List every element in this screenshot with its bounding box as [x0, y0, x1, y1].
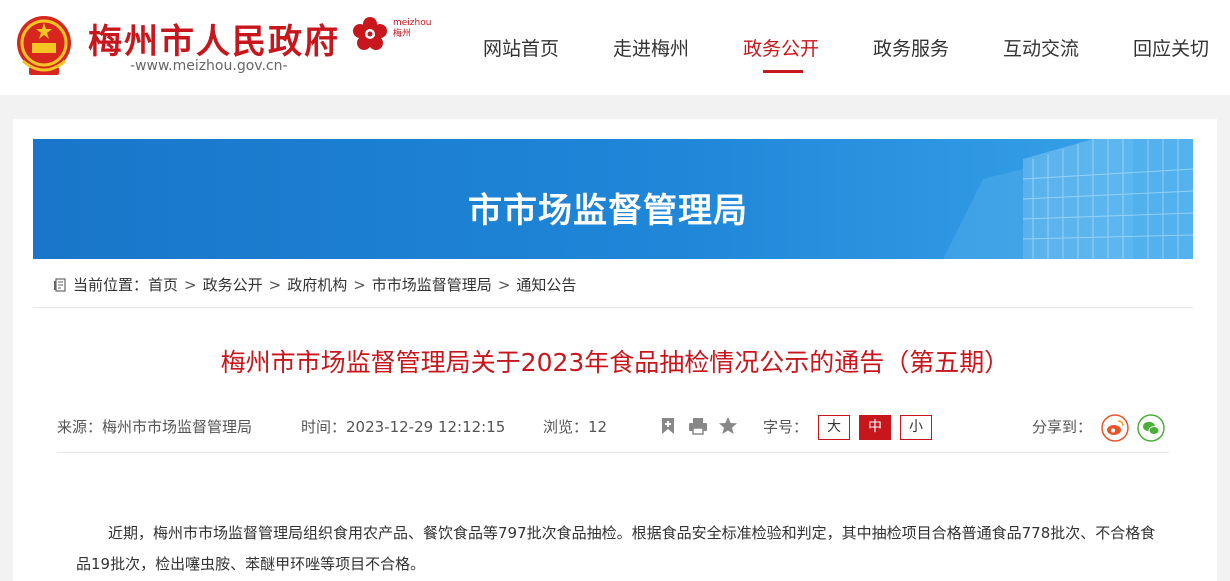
site-header: 梅州市人民政府 -www.meizhou.gov.cn- meizhou 梅州 … — [0, 0, 1230, 95]
nav-response[interactable]: 回应关切 — [1133, 34, 1209, 61]
print-icon[interactable] — [688, 416, 708, 436]
breadcrumb-separator: > — [353, 275, 366, 294]
font-size-small-button[interactable]: 小 — [900, 415, 932, 440]
site-title[interactable]: 梅州市人民政府 — [88, 14, 340, 63]
article-views: 浏览：12 — [543, 418, 608, 436]
meizhou-flower-logo — [353, 17, 387, 50]
article-source: 来源：梅州市市场监督管理局 — [57, 418, 253, 436]
breadcrumb-divider — [33, 307, 1193, 308]
star-icon[interactable] — [718, 416, 738, 436]
breadcrumb-separator: > — [497, 275, 511, 294]
breadcrumb-separator: > — [268, 275, 282, 294]
breadcrumb-home[interactable]: 首页 — [148, 274, 178, 295]
nav-gov-services[interactable]: 政务服务 — [873, 34, 949, 61]
active-nav-underline — [763, 70, 803, 73]
meta-divider — [57, 452, 1169, 453]
breadcrumb-market-bureau[interactable]: 市市场监督管理局 — [372, 274, 492, 295]
site-url: -www.meizhou.gov.cn- — [130, 58, 288, 74]
breadcrumb-prefix: 当前位置： — [73, 276, 149, 294]
article-title: 梅州市市场监督管理局关于2023年食品抽检情况公示的通告（第五期） — [220, 348, 1010, 377]
breadcrumb-gov-affairs[interactable]: 政务公开 — [203, 274, 263, 295]
share-label: 分享到： — [1032, 418, 1093, 436]
nav-home[interactable]: 网站首页 — [483, 34, 559, 61]
city-logo-text: meizhou 梅州 — [393, 18, 432, 39]
font-size-medium-button[interactable]: 中 — [859, 415, 891, 440]
nav-about-meizhou[interactable]: 走进梅州 — [613, 34, 689, 61]
breadcrumb: 当前位置： 首页 > 政务公开 > 政府机构 > 市市场监督管理局 > 通知公告 — [53, 274, 576, 295]
department-banner: 市市场监督管理局 — [33, 139, 1193, 259]
breadcrumb-notices[interactable]: 通知公告 — [516, 274, 576, 295]
banner-title: 市市场监督管理局 — [468, 191, 748, 231]
font-size-large-button[interactable]: 大 — [818, 415, 850, 440]
article-time: 时间：2023-12-29 12:12:15 — [301, 418, 506, 436]
building-illustration — [943, 139, 1193, 259]
article-body: 近期，梅州市市场监督管理局组织食用农产品、餐饮食品等797批次食品抽检。根据食品… — [76, 524, 1156, 573]
nav-interaction[interactable]: 互动交流 — [1003, 34, 1079, 61]
bookmark-icon[interactable] — [658, 416, 678, 436]
location-doc-icon — [54, 277, 66, 292]
national-emblem-icon — [17, 16, 71, 75]
breadcrumb-separator: > — [184, 275, 197, 294]
weibo-icon[interactable] — [1101, 414, 1129, 442]
wechat-icon[interactable] — [1137, 414, 1165, 442]
nav-gov-affairs-open[interactable]: 政务公开 — [743, 34, 819, 61]
font-size-label: 字号： — [763, 418, 809, 436]
breadcrumb-gov-agencies[interactable]: 政府机构 — [287, 274, 347, 295]
